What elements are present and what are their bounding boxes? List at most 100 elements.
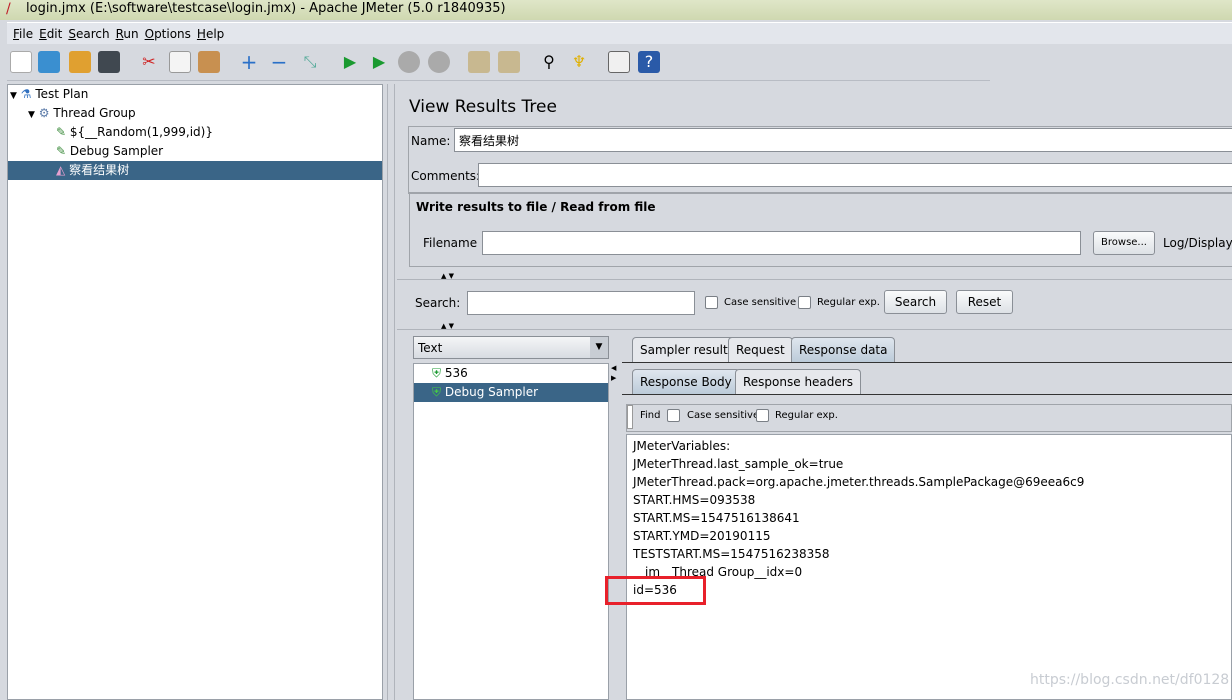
tree-node-test-plan[interactable]: ▼ ⚗ Test Plan <box>10 85 88 104</box>
find-case-sensitive-label: Case sensitive <box>687 410 760 421</box>
shutdown-icon[interactable] <box>428 51 450 73</box>
menu-bar: File Edit Search Run Options Help <box>7 22 1232 44</box>
help-icon[interactable]: ? <box>638 51 660 73</box>
renderer-select[interactable]: Text ▼ <box>413 336 609 359</box>
save-icon[interactable] <box>98 51 120 73</box>
menu-run[interactable]: Run <box>116 27 139 41</box>
tree-node-random[interactable]: ✎ ${__Random(1,999,id)} <box>56 123 213 142</box>
browse-button[interactable]: Browse... <box>1093 231 1155 255</box>
copy-icon[interactable] <box>169 51 191 73</box>
toggle-icon[interactable]: ⤡ <box>299 51 321 73</box>
case-sensitive-checkbox[interactable] <box>705 296 718 309</box>
tab-response-data[interactable]: Response data <box>791 337 896 362</box>
node-label: Thread Group <box>53 106 136 120</box>
find-regular-exp-label: Regular exp. <box>775 410 838 421</box>
title-bar: / login.jmx (E:\software\testcase\login.… <box>0 0 1232 20</box>
expand-icon[interactable]: + <box>238 51 260 73</box>
result-label: Debug Sampler <box>444 385 539 399</box>
tree-node-thread-group[interactable]: ▼ ⚙ Thread Group <box>28 104 136 123</box>
function-helper-icon[interactable] <box>608 51 630 73</box>
tab-sampler-result[interactable]: Sampler result <box>632 337 736 362</box>
dropper-icon: ✎ <box>56 144 67 158</box>
search-icon[interactable]: ⚲ <box>538 51 560 73</box>
find-case-sensitive-checkbox[interactable] <box>667 409 680 422</box>
filename-label: Filename <box>423 236 478 250</box>
find-label: Find <box>640 410 661 421</box>
splitter[interactable]: ▲ ▼ <box>397 322 1232 330</box>
response-line: JMeterThread.pack=org.apache.jmeter.thre… <box>633 475 1085 489</box>
tab-request[interactable]: Request <box>728 337 793 362</box>
result-item[interactable]: ⛨ Debug Sampler <box>414 383 608 402</box>
open-icon[interactable] <box>69 51 91 73</box>
tab-response-body[interactable]: Response Body <box>632 369 740 394</box>
response-line: __jm__Thread Group__idx=0 <box>633 565 803 579</box>
start-icon[interactable]: ▶ <box>339 51 361 73</box>
node-label: 察看结果树 <box>69 163 130 177</box>
splitter[interactable]: ▲ ▼ <box>397 272 1232 280</box>
response-line: JMeterThread.last_sample_ok=true <box>633 457 844 471</box>
start-no-pause-icon[interactable]: ▶ <box>368 51 390 73</box>
chart-icon: ◭ <box>56 163 66 177</box>
node-label: Test Plan <box>35 87 89 101</box>
results-list: ⛨ 536 ⛨ Debug Sampler <box>413 363 609 700</box>
node-label: Debug Sampler <box>69 144 164 158</box>
cut-icon[interactable]: ✂ <box>138 51 160 73</box>
reset-button[interactable]: Reset <box>956 290 1013 314</box>
search-button[interactable]: Search <box>884 290 947 314</box>
menu-file[interactable]: File <box>13 27 33 41</box>
find-regular-exp-checkbox[interactable] <box>756 409 769 422</box>
gear-icon: ⚙ <box>38 106 50 120</box>
split-pane-divider[interactable] <box>387 84 395 700</box>
split-arrows[interactable]: ◀ ▶ <box>611 363 619 393</box>
stop-icon[interactable] <box>398 51 420 73</box>
success-shield-icon: ⛨ <box>432 366 442 380</box>
watermark: https://blog.csdn.net/df0128 <box>1030 672 1230 688</box>
chevron-down-icon: ▼ <box>590 337 608 358</box>
filename-field[interactable] <box>482 231 1081 255</box>
response-line: START.HMS=093538 <box>633 493 756 507</box>
menu-options[interactable]: Options <box>145 27 191 41</box>
menu-search[interactable]: Search <box>68 27 109 41</box>
renderer-value: Text <box>418 341 443 355</box>
response-line: START.MS=1547516138641 <box>633 511 800 525</box>
file-section-title: Write results to file / Read from file <box>416 200 656 214</box>
response-line-id: id=536 <box>633 583 677 597</box>
clear-all-icon[interactable] <box>498 51 520 73</box>
response-line: START.YMD=20190115 <box>633 529 771 543</box>
view-results-tree-panel: View Results Tree Name: Comments: Write … <box>397 84 1232 700</box>
tab-response-headers[interactable]: Response headers <box>735 369 861 394</box>
tree-node-debug-sampler[interactable]: ✎ Debug Sampler <box>56 142 163 161</box>
regular-exp-checkbox[interactable] <box>798 296 811 309</box>
tree-node-view-results-tree[interactable]: ◭ 察看结果树 <box>8 161 382 180</box>
test-plan-tree: ▼ ⚗ Test Plan ▼ ⚙ Thread Group ✎ ${__Ran… <box>7 84 383 700</box>
response-body-text[interactable]: JMeterVariables: JMeterThread.last_sampl… <box>626 434 1232 700</box>
node-label: ${__Random(1,999,id)} <box>69 125 213 139</box>
find-field[interactable] <box>627 405 633 429</box>
case-sensitive-label: Case sensitive <box>724 297 797 308</box>
templates-icon[interactable] <box>38 51 60 73</box>
highlight-box <box>605 576 706 605</box>
panel-title: View Results Tree <box>409 97 557 117</box>
menu-edit[interactable]: Edit <box>39 27 62 41</box>
collapse-icon[interactable]: − <box>268 51 290 73</box>
log-display-label: Log/Display <box>1163 236 1232 250</box>
comments-field[interactable] <box>478 163 1232 187</box>
clear-icon[interactable] <box>468 51 490 73</box>
flask-icon: ⚗ <box>20 87 32 101</box>
new-icon[interactable] <box>10 51 32 73</box>
response-line: TESTSTART.MS=1547516238358 <box>633 547 830 561</box>
menu-help[interactable]: Help <box>197 27 224 41</box>
search-field[interactable] <box>467 291 695 315</box>
search-label: Search: <box>415 296 461 310</box>
success-shield-icon: ⛨ <box>432 385 442 399</box>
reset-search-icon[interactable]: ♆ <box>568 51 590 73</box>
window-title: login.jmx (E:\software\testcase\login.jm… <box>26 1 506 16</box>
name-label: Name: <box>411 134 451 148</box>
result-item[interactable]: ⛨ 536 <box>414 364 608 383</box>
response-line: JMeterVariables: <box>633 439 731 453</box>
result-label: 536 <box>444 366 468 380</box>
dropper-icon: ✎ <box>56 125 67 139</box>
paste-icon[interactable] <box>198 51 220 73</box>
regular-exp-label: Regular exp. <box>817 297 880 308</box>
name-field[interactable] <box>454 128 1232 152</box>
